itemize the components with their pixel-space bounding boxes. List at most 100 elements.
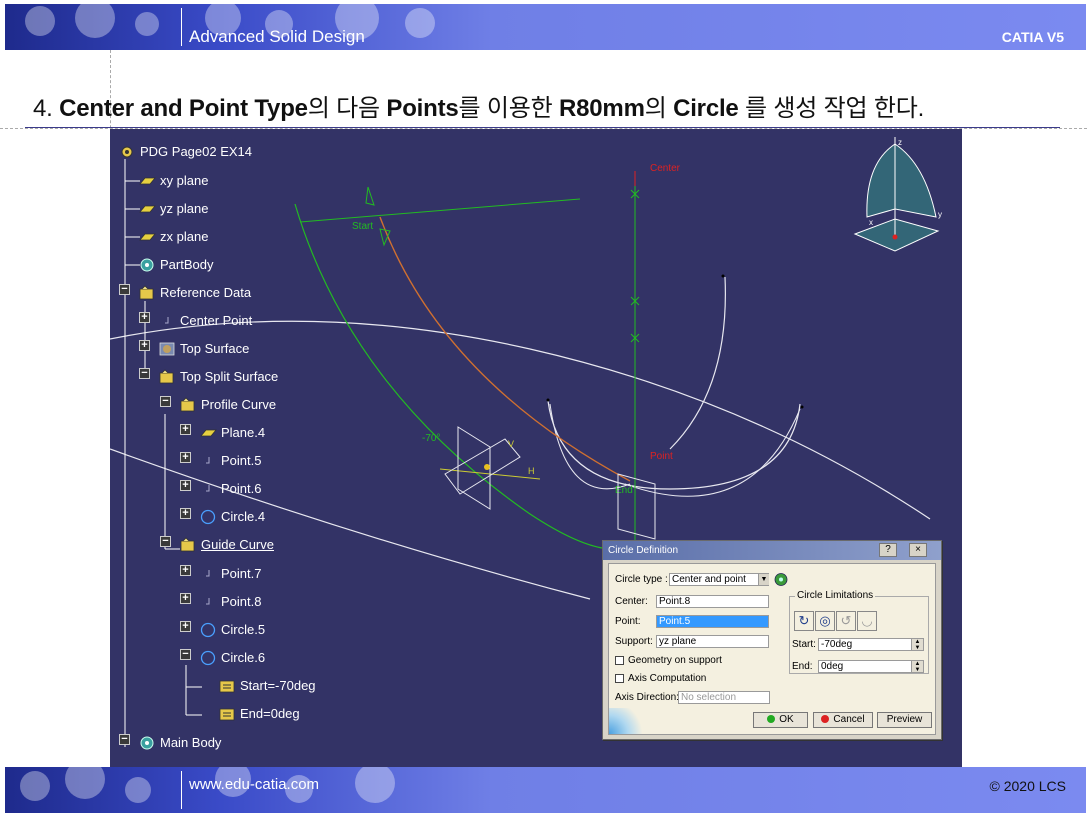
trim-circle-icon[interactable]: ↺ <box>836 611 856 631</box>
geometry-on-support-checkbox[interactable] <box>615 656 624 665</box>
plane-icon <box>199 425 217 441</box>
dialog-body: Circle type : Center and point ▼ Center:… <box>608 563 936 735</box>
tree-expand-toggle[interactable]: + <box>180 452 191 463</box>
point-marker <box>484 464 490 470</box>
circle-limitations-title: Circle Limitations <box>795 590 876 601</box>
circle-type-options-icon[interactable] <box>773 572 789 587</box>
surface-icon <box>158 341 176 357</box>
compass-x-label: x <box>869 218 873 227</box>
catia-corner-decoration <box>609 708 649 734</box>
circle-type-label: Circle type : <box>615 574 668 585</box>
surface-boundary-curve-2 <box>110 448 591 600</box>
tree-expand-toggle[interactable]: + <box>139 312 150 323</box>
curve-endpoint-1 <box>721 274 725 278</box>
start-label: Start: <box>792 639 816 650</box>
course-title: Advanced Solid Design <box>189 27 365 46</box>
point-icon <box>199 453 217 469</box>
compass-y-label: y <box>938 210 942 219</box>
circle-icon <box>199 509 217 525</box>
body-gear-icon <box>138 257 156 273</box>
center-label: Center: <box>615 596 648 607</box>
preview-circle-arc <box>379 216 631 482</box>
header-divider <box>181 8 182 46</box>
geometry-on-support-label: Geometry on support <box>628 655 722 666</box>
tree-expand-toggle[interactable]: + <box>180 565 191 576</box>
help-button[interactable]: ? <box>879 543 897 557</box>
tree-expand-toggle[interactable]: + <box>180 424 191 435</box>
geometrical-set-icon <box>138 285 156 301</box>
axis-computation-checkbox[interactable] <box>615 674 624 683</box>
footer-band: www.edu-catia.com © 2020 LCS <box>5 767 1086 813</box>
brand-label: CATIA V5 <box>1001 29 1064 45</box>
point-field[interactable]: Point.5 <box>656 615 769 628</box>
close-button[interactable]: × <box>909 543 927 557</box>
compass-icon[interactable]: z x y <box>853 137 942 252</box>
point-icon <box>199 566 217 582</box>
support-label: Support: <box>615 636 653 647</box>
circle-type-value: Center and point <box>672 574 746 585</box>
start-field[interactable]: -70deg ▲ ▼ <box>818 638 924 651</box>
guide-circle-arc <box>294 203 611 550</box>
point-label: Point <box>650 451 673 462</box>
tree-expand-toggle[interactable]: + <box>180 593 191 604</box>
start-handle <box>365 186 375 206</box>
cancel-button[interactable]: Cancel <box>813 712 873 728</box>
point-label: Point: <box>615 616 641 627</box>
point-icon <box>158 313 176 329</box>
tree-expand-toggle[interactable]: + <box>180 508 191 519</box>
point-icon <box>199 594 217 610</box>
axis-computation-label: Axis Computation <box>628 673 707 684</box>
angle-label: -70° <box>422 433 440 444</box>
header-band: Advanced Solid Design CATIA V5 <box>5 4 1086 50</box>
start-value: -70deg <box>821 639 853 650</box>
tree-expand-toggle[interactable]: + <box>180 621 191 632</box>
copyright-text: © 2020 LCS <box>989 778 1066 794</box>
geometrical-set-icon <box>179 537 197 553</box>
center-field[interactable]: Point.8 <box>656 595 769 608</box>
point-icon <box>199 481 217 497</box>
circle-definition-dialog[interactable]: Circle Definition ? × Circle type : Cent… <box>602 540 942 740</box>
start-spinner-icon[interactable]: ▲ ▼ <box>911 639 923 650</box>
body-gear-icon <box>138 735 156 751</box>
curve-endpoint-3 <box>800 405 804 409</box>
preview-button[interactable]: Preview <box>877 712 932 728</box>
plane-icon <box>138 229 156 245</box>
plane-icon <box>138 173 156 189</box>
support-field[interactable]: yz plane <box>656 635 769 648</box>
end-field[interactable]: 0deg ▲ ▼ <box>818 660 924 673</box>
tree-expand-toggle[interactable]: + <box>180 480 191 491</box>
axis-direction-label: Axis Direction: <box>615 692 679 703</box>
axis-h-label: H <box>528 466 535 476</box>
website-link[interactable]: www.edu-catia.com <box>189 776 319 793</box>
part-arc-icon[interactable]: ↻ <box>794 611 814 631</box>
tree-collapse-toggle[interactable]: − <box>119 284 130 295</box>
tree-collapse-toggle[interactable]: − <box>160 396 171 407</box>
circle-icon <box>199 650 217 666</box>
plane-icon <box>138 201 156 217</box>
tree-collapse-toggle[interactable]: − <box>119 734 130 745</box>
ok-button[interactable]: OK <box>753 712 808 728</box>
whole-circle-icon[interactable]: ◎ <box>815 611 835 631</box>
compass-z-label: z <box>898 138 902 147</box>
circle-type-select[interactable]: Center and point <box>669 573 769 586</box>
end-label: End: <box>792 661 813 672</box>
axis-direction-field[interactable]: No selection <box>678 691 770 704</box>
footer-divider <box>181 771 182 809</box>
tree-expand-toggle[interactable]: + <box>139 340 150 351</box>
page-heading: 4. Center and Point Type의 다음 Points를 이용한… <box>33 95 925 122</box>
geometrical-set-icon <box>179 397 197 413</box>
red-dot-icon <box>821 715 830 723</box>
circle-limitations-group: Circle Limitations ↻ ◎ ↺ ◡ Start: -70deg… <box>789 590 929 674</box>
tree-collapse-toggle[interactable]: − <box>180 649 191 660</box>
end-spinner-icon[interactable]: ▲ ▼ <box>911 661 923 672</box>
tree-collapse-toggle[interactable]: − <box>160 536 171 547</box>
end-value: 0deg <box>821 661 844 672</box>
complementary-arc-icon[interactable]: ◡ <box>857 611 877 631</box>
curve-endpoint-2 <box>546 398 550 402</box>
center-label: Center <box>650 163 681 174</box>
geometrical-set-icon <box>158 369 176 385</box>
chevron-down-icon[interactable]: ▼ <box>758 574 769 585</box>
tree-collapse-toggle[interactable]: − <box>139 368 150 379</box>
axis-v-label: V <box>508 439 514 449</box>
dialog-title-bar[interactable]: Circle Definition ? × <box>603 541 941 560</box>
